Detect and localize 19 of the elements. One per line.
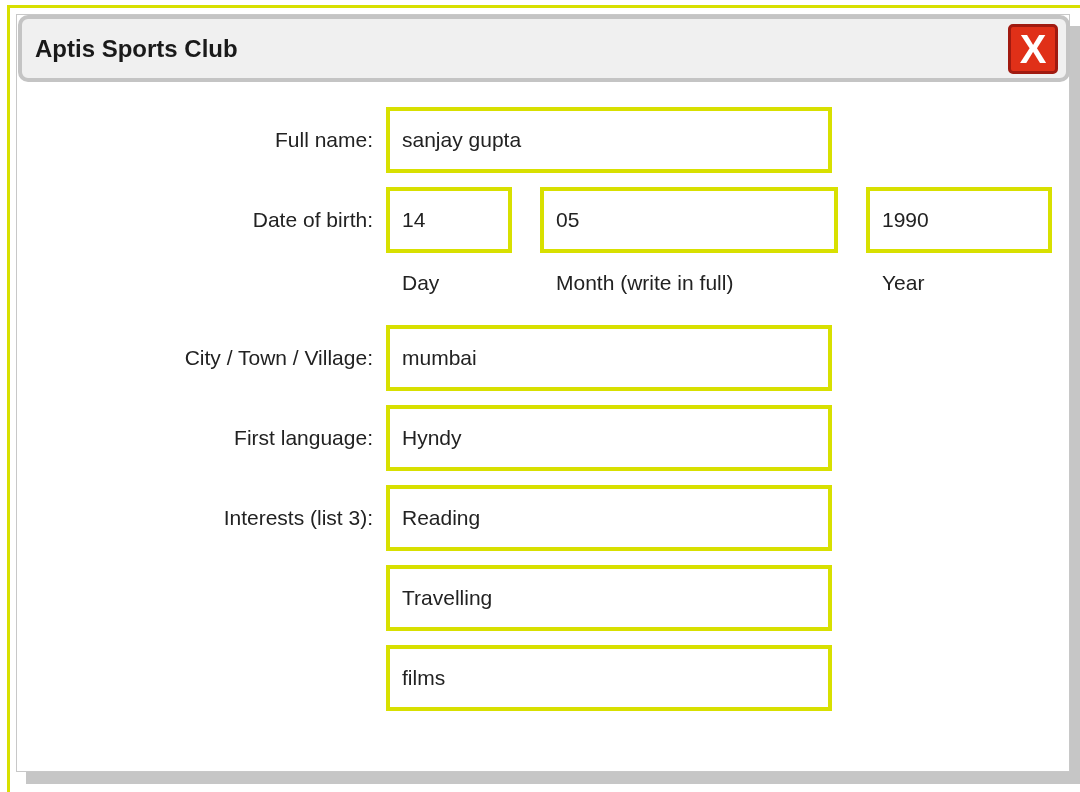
input-field[interactable]: films	[386, 645, 832, 711]
field-label: Interests (list 3):	[222, 505, 373, 531]
input-field[interactable]: sanjay gupta	[386, 107, 832, 173]
field-label: Full name:	[273, 127, 373, 153]
close-button[interactable]: X	[1008, 23, 1058, 74]
field-caption: Year	[881, 271, 926, 295]
field-label: City / Town / Village:	[183, 345, 373, 371]
input-field[interactable]: 05	[540, 187, 838, 253]
field-caption: Day	[401, 271, 441, 295]
field-caption: Month (write in full)	[555, 271, 735, 295]
input-field[interactable]: 1990	[866, 187, 1052, 253]
window-title: Aptis Sports Club	[35, 34, 238, 63]
input-field[interactable]: Travelling	[386, 565, 832, 631]
input-field[interactable]: Reading	[386, 485, 832, 551]
field-label: Date of birth:	[251, 207, 373, 233]
field-label: First language:	[233, 425, 373, 451]
input-field[interactable]: Hyndy	[386, 405, 832, 471]
input-field[interactable]: 14	[386, 187, 512, 253]
input-field[interactable]: mumbai	[386, 325, 832, 391]
